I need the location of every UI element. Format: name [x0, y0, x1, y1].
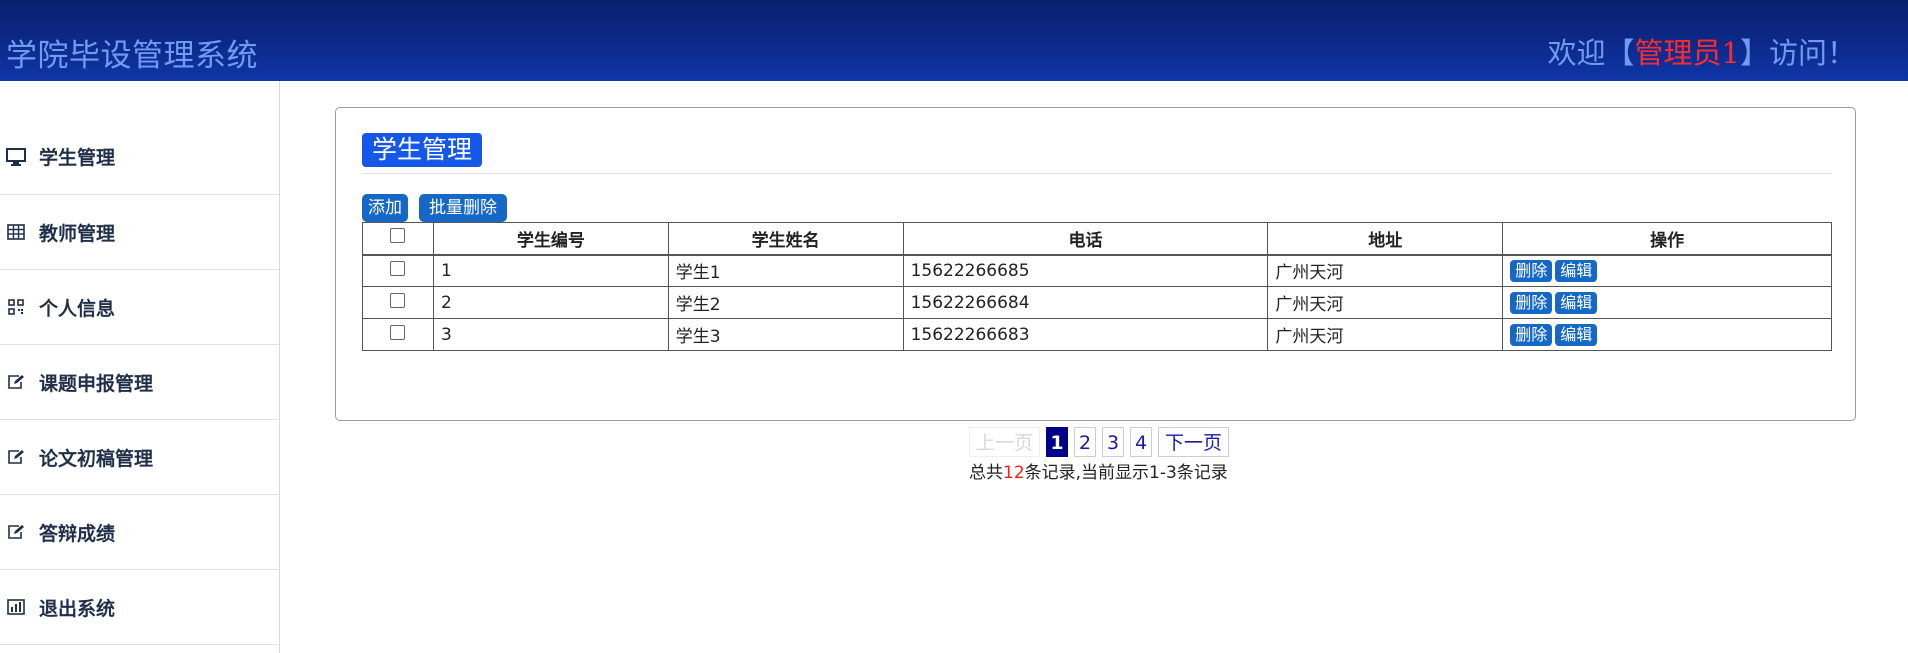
row-checkbox[interactable] — [389, 324, 405, 340]
sidebar-item-label: 课题申报管理 — [39, 372, 154, 395]
content-panel: 学生管理 添加 批量删除 学生编号 学生姓名 电话 地址 操作 1 学生1 15… — [335, 107, 1856, 421]
cell-student-name: 学生3 — [667, 318, 904, 351]
cell-actions: 删除 编辑 — [1502, 286, 1832, 319]
cell-student-id: 3 — [432, 318, 669, 351]
cell-student-name: 学生1 — [667, 254, 904, 287]
column-header: 地址 — [1267, 222, 1504, 255]
edit-icon — [5, 522, 27, 542]
page-button-3[interactable]: 3 — [1102, 427, 1125, 457]
edit-icon — [5, 372, 27, 392]
sidebar-item-student-management[interactable]: 学生管理 — [0, 81, 279, 195]
select-all-checkbox[interactable] — [390, 228, 406, 244]
row-select-cell — [362, 318, 434, 351]
monitor-icon — [5, 147, 27, 167]
record-summary: 总共12条记录,当前显示1-3条记录 — [969, 458, 1228, 483]
column-header: 学生姓名 — [667, 222, 904, 255]
sidebar-item-label: 论文初稿管理 — [39, 447, 154, 470]
add-button[interactable]: 添加 — [362, 194, 408, 222]
pagination: 上一页 1 2 3 4 下一页 — [969, 427, 1230, 457]
page-button-2[interactable]: 2 — [1074, 427, 1097, 457]
cell-actions: 删除 编辑 — [1502, 318, 1832, 351]
column-header: 电话 — [902, 222, 1269, 255]
cell-address: 广州天河 — [1267, 254, 1504, 287]
delete-button[interactable]: 删除 — [1510, 323, 1553, 346]
page-title: 学生管理 — [362, 133, 483, 167]
table-header-row: 学生编号 学生姓名 电话 地址 操作 — [362, 222, 1832, 255]
edit-button[interactable]: 编辑 — [1555, 259, 1598, 282]
row-checkbox[interactable] — [389, 260, 405, 276]
table-row: 3 学生3 15622266683 广州天河 删除 编辑 — [362, 318, 1832, 351]
column-header: 操作 — [1502, 222, 1832, 255]
edit-icon — [5, 447, 27, 467]
column-header: 学生编号 — [432, 222, 669, 255]
welcome-suffix: 】访问！ — [1739, 36, 1856, 70]
sidebar-item-logout[interactable]: 退出系统 — [0, 570, 279, 645]
summary-prefix: 总共 — [969, 463, 1003, 483]
bar-chart-icon — [5, 597, 27, 617]
student-table: 学生编号 学生姓名 电话 地址 操作 1 学生1 15622266685 广州天… — [362, 222, 1832, 351]
welcome-message: 欢迎【管理员1】访问！ — [1548, 30, 1856, 72]
cell-phone: 15622266685 — [902, 254, 1269, 287]
table-row: 1 学生1 15622266685 广州天河 删除 编辑 — [362, 254, 1832, 287]
table-icon — [5, 222, 27, 242]
sidebar-item-label: 个人信息 — [39, 297, 116, 320]
sidebar-item-topic-application[interactable]: 课题申报管理 — [0, 345, 279, 420]
cell-address: 广州天河 — [1267, 286, 1504, 319]
cell-student-id: 2 — [432, 286, 669, 319]
next-page-button[interactable]: 下一页 — [1158, 427, 1230, 457]
row-select-cell — [362, 254, 434, 287]
sidebar-item-defense-scores[interactable]: 答辩成绩 — [0, 495, 279, 570]
sidebar-item-personal-info[interactable]: 个人信息 — [0, 270, 279, 345]
edit-button[interactable]: 编辑 — [1555, 291, 1598, 314]
app-title: 学院毕设管理系统 — [6, 38, 258, 74]
sidebar-item-label: 退出系统 — [39, 597, 116, 620]
sidebar-item-label: 学生管理 — [39, 147, 116, 169]
row-select-cell — [362, 286, 434, 319]
cell-student-id: 1 — [432, 254, 669, 287]
welcome-prefix: 欢迎【 — [1547, 36, 1635, 70]
sidebar-item-draft-paper[interactable]: 论文初稿管理 — [0, 420, 279, 495]
sidebar-item-teacher-management[interactable]: 教师管理 — [0, 195, 279, 270]
current-user: 管理员1 — [1634, 36, 1740, 70]
delete-button[interactable]: 删除 — [1510, 291, 1553, 314]
sidebar: 学生管理 教师管理 个人信息 课题申报管理 论文初稿管理 答辩成绩 退出系统 — [0, 81, 280, 653]
cell-phone: 15622266683 — [902, 318, 1269, 351]
cell-phone: 15622266684 — [902, 286, 1269, 319]
divider — [362, 173, 1832, 174]
cell-student-name: 学生2 — [667, 286, 904, 319]
edit-button[interactable]: 编辑 — [1555, 323, 1598, 346]
bulk-delete-button[interactable]: 批量删除 — [419, 194, 507, 222]
prev-page-button[interactable]: 上一页 — [969, 427, 1041, 457]
qrcode-icon — [5, 297, 27, 317]
sidebar-item-label: 答辩成绩 — [39, 522, 116, 545]
table-row: 2 学生2 15622266684 广州天河 删除 编辑 — [362, 286, 1832, 319]
top-header: 学院毕设管理系统 欢迎【管理员1】访问！ — [0, 0, 1908, 81]
page-button-4[interactable]: 4 — [1130, 427, 1153, 457]
sidebar-item-label: 教师管理 — [39, 222, 116, 245]
delete-button[interactable]: 删除 — [1510, 259, 1553, 282]
select-all-cell — [362, 222, 434, 255]
cell-actions: 删除 编辑 — [1502, 254, 1832, 287]
total-count: 12 — [1003, 463, 1025, 483]
summary-suffix: 条记录,当前显示1-3条记录 — [1024, 463, 1228, 483]
page-button-1[interactable]: 1 — [1046, 427, 1069, 457]
cell-address: 广州天河 — [1267, 318, 1504, 351]
row-checkbox[interactable] — [389, 292, 405, 308]
